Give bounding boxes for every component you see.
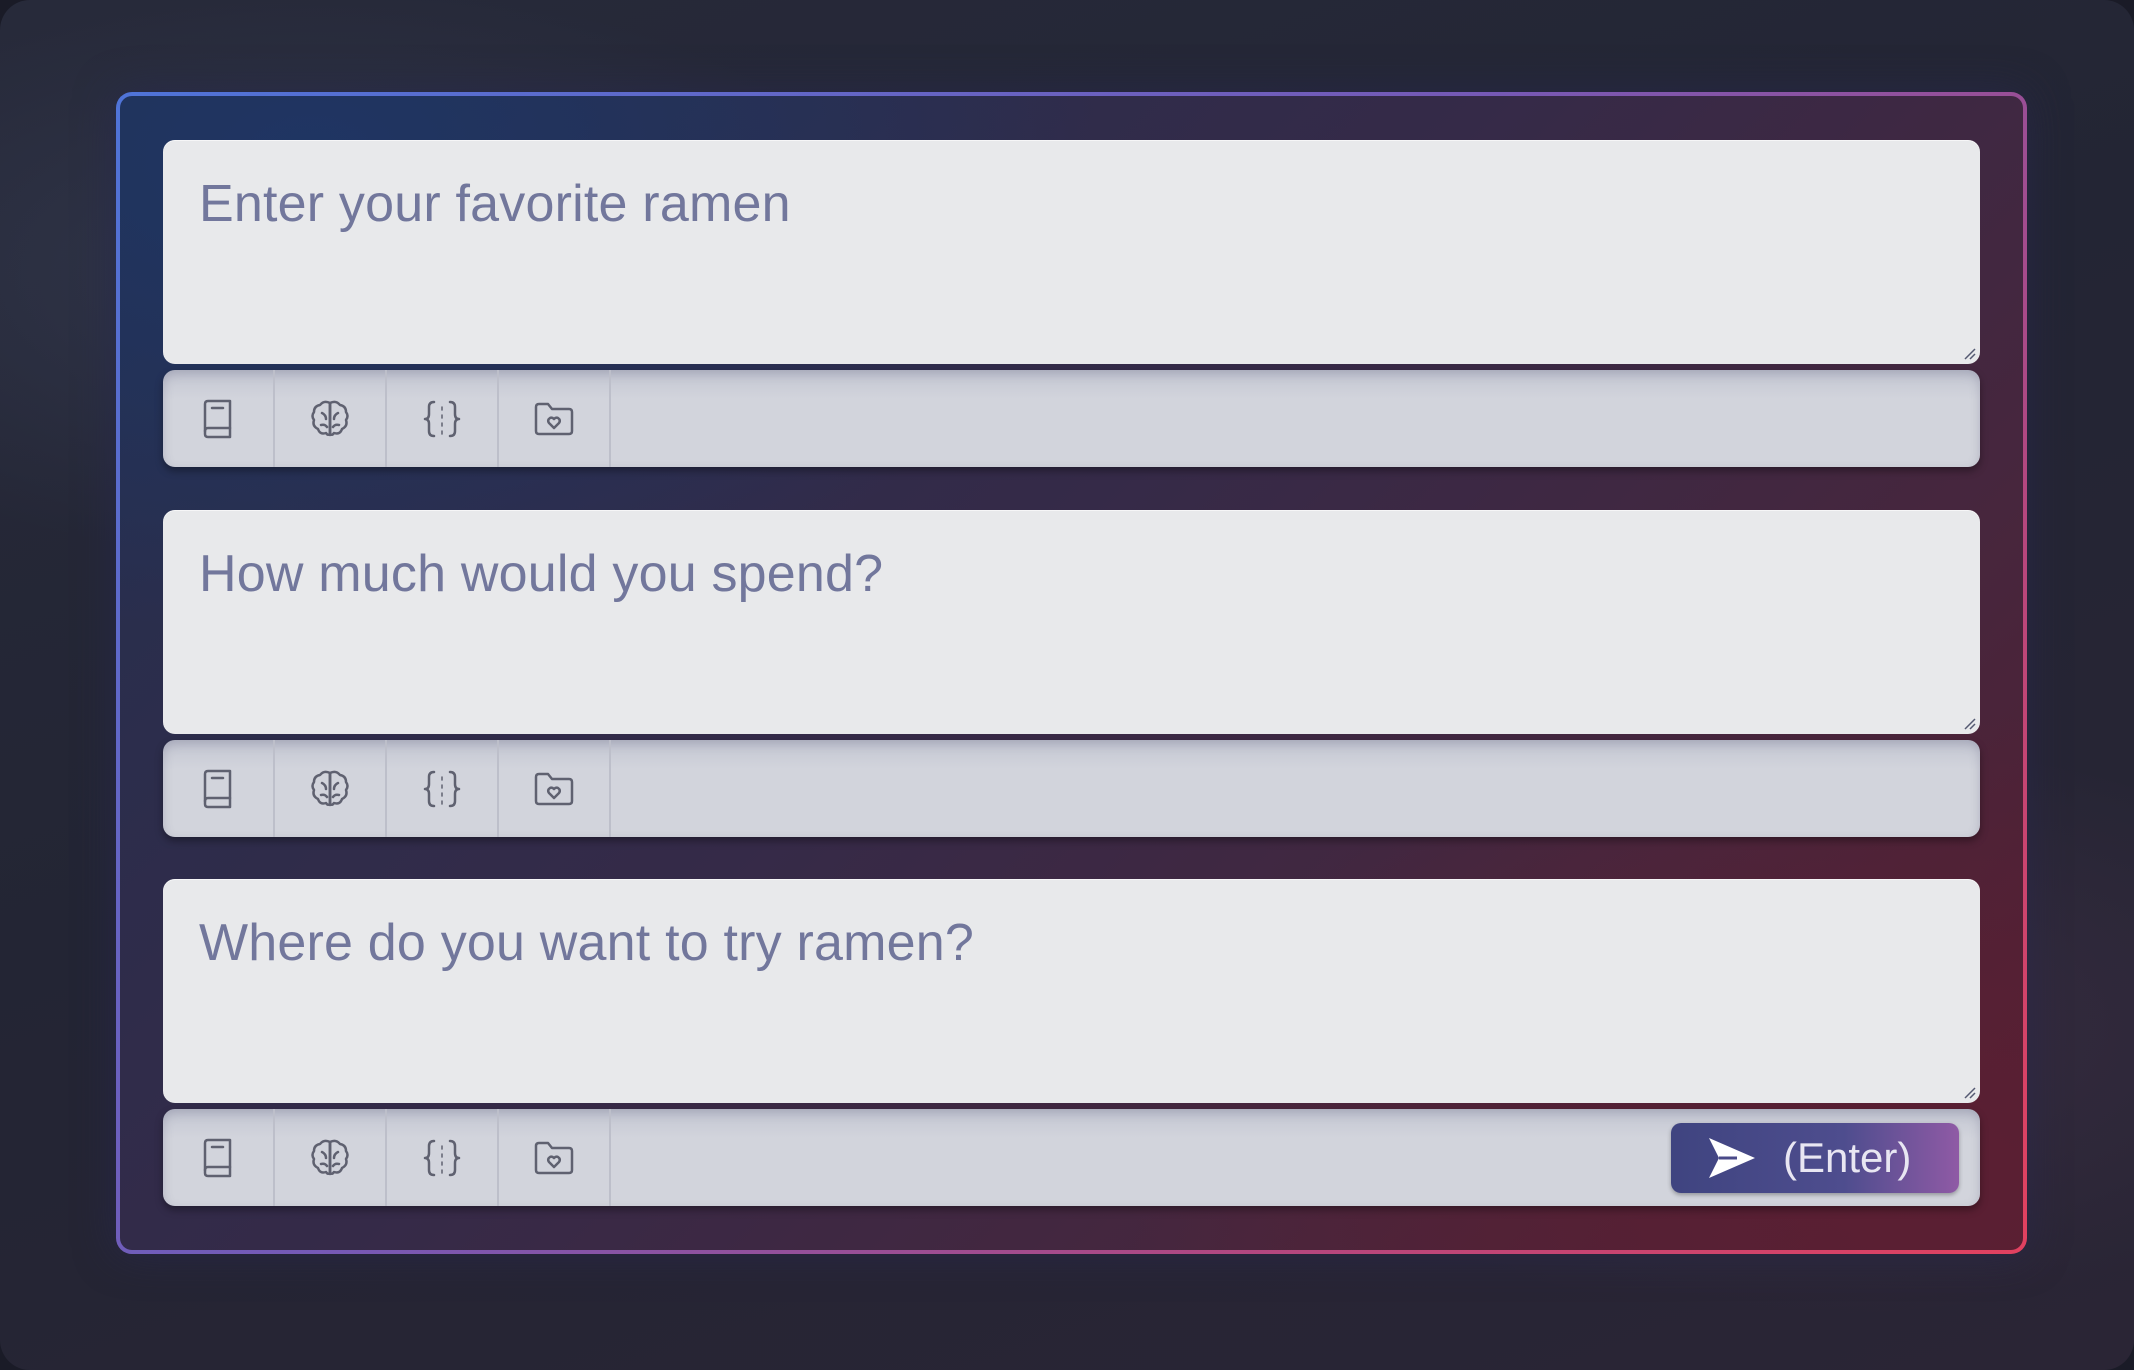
location-textarea-placeholder: Where do you want to try ramen? — [199, 914, 975, 972]
resize-grip-icon[interactable] — [1962, 346, 1976, 360]
folder-heart-button[interactable] — [499, 1109, 611, 1206]
send-button[interactable]: (Enter) — [1671, 1123, 1959, 1193]
book-icon — [203, 769, 232, 808]
brain-icon — [311, 1139, 349, 1175]
budget-textarea[interactable]: How much would you spend? — [163, 510, 1980, 734]
location-textarea[interactable]: Where do you want to try ramen? — [163, 879, 1980, 1103]
prompt-field-ramen: Enter your favorite ramen — [163, 140, 1980, 467]
field-toolbar: (Enter) — [163, 1109, 1980, 1206]
budget-textarea-placeholder: How much would you spend? — [199, 545, 884, 603]
send-button-label: (Enter) — [1783, 1134, 1912, 1181]
book-icon — [203, 399, 232, 438]
book-button[interactable] — [163, 370, 275, 467]
code-braces-button[interactable] — [387, 1109, 499, 1206]
code-braces-icon — [423, 400, 461, 437]
brain-icon — [311, 770, 349, 806]
field-toolbar — [163, 740, 1980, 837]
code-braces-button[interactable] — [387, 740, 499, 837]
folder-heart-button[interactable] — [499, 740, 611, 837]
book-button[interactable] — [163, 740, 275, 837]
folder-heart-icon — [534, 1141, 574, 1174]
field-toolbar — [163, 370, 1980, 467]
send-icon — [1709, 1138, 1755, 1178]
brain-button[interactable] — [275, 740, 387, 837]
prompt-form-frame: Enter your favorite ramen How much would… — [116, 92, 2027, 1254]
brain-button[interactable] — [275, 1109, 387, 1206]
prompt-form: Enter your favorite ramen How much would… — [120, 96, 2023, 1250]
book-button[interactable] — [163, 1109, 275, 1206]
brain-icon — [311, 400, 349, 436]
folder-heart-icon — [534, 772, 574, 805]
app-window: Enter your favorite ramen How much would… — [0, 0, 2134, 1370]
book-icon — [203, 1138, 232, 1177]
ramen-textarea[interactable]: Enter your favorite ramen — [163, 140, 1980, 364]
prompt-field-budget: How much would you spend? — [163, 510, 1980, 837]
brain-button[interactable] — [275, 370, 387, 467]
code-braces-icon — [423, 770, 461, 807]
code-braces-icon — [423, 1139, 461, 1176]
ramen-textarea-placeholder: Enter your favorite ramen — [199, 175, 791, 233]
resize-grip-icon[interactable] — [1962, 716, 1976, 730]
folder-heart-icon — [534, 402, 574, 435]
prompt-field-location: Where do you want to try ramen? (Enter) — [163, 879, 1980, 1206]
folder-heart-button[interactable] — [499, 370, 611, 467]
resize-grip-icon[interactable] — [1962, 1085, 1976, 1099]
code-braces-button[interactable] — [387, 370, 499, 467]
